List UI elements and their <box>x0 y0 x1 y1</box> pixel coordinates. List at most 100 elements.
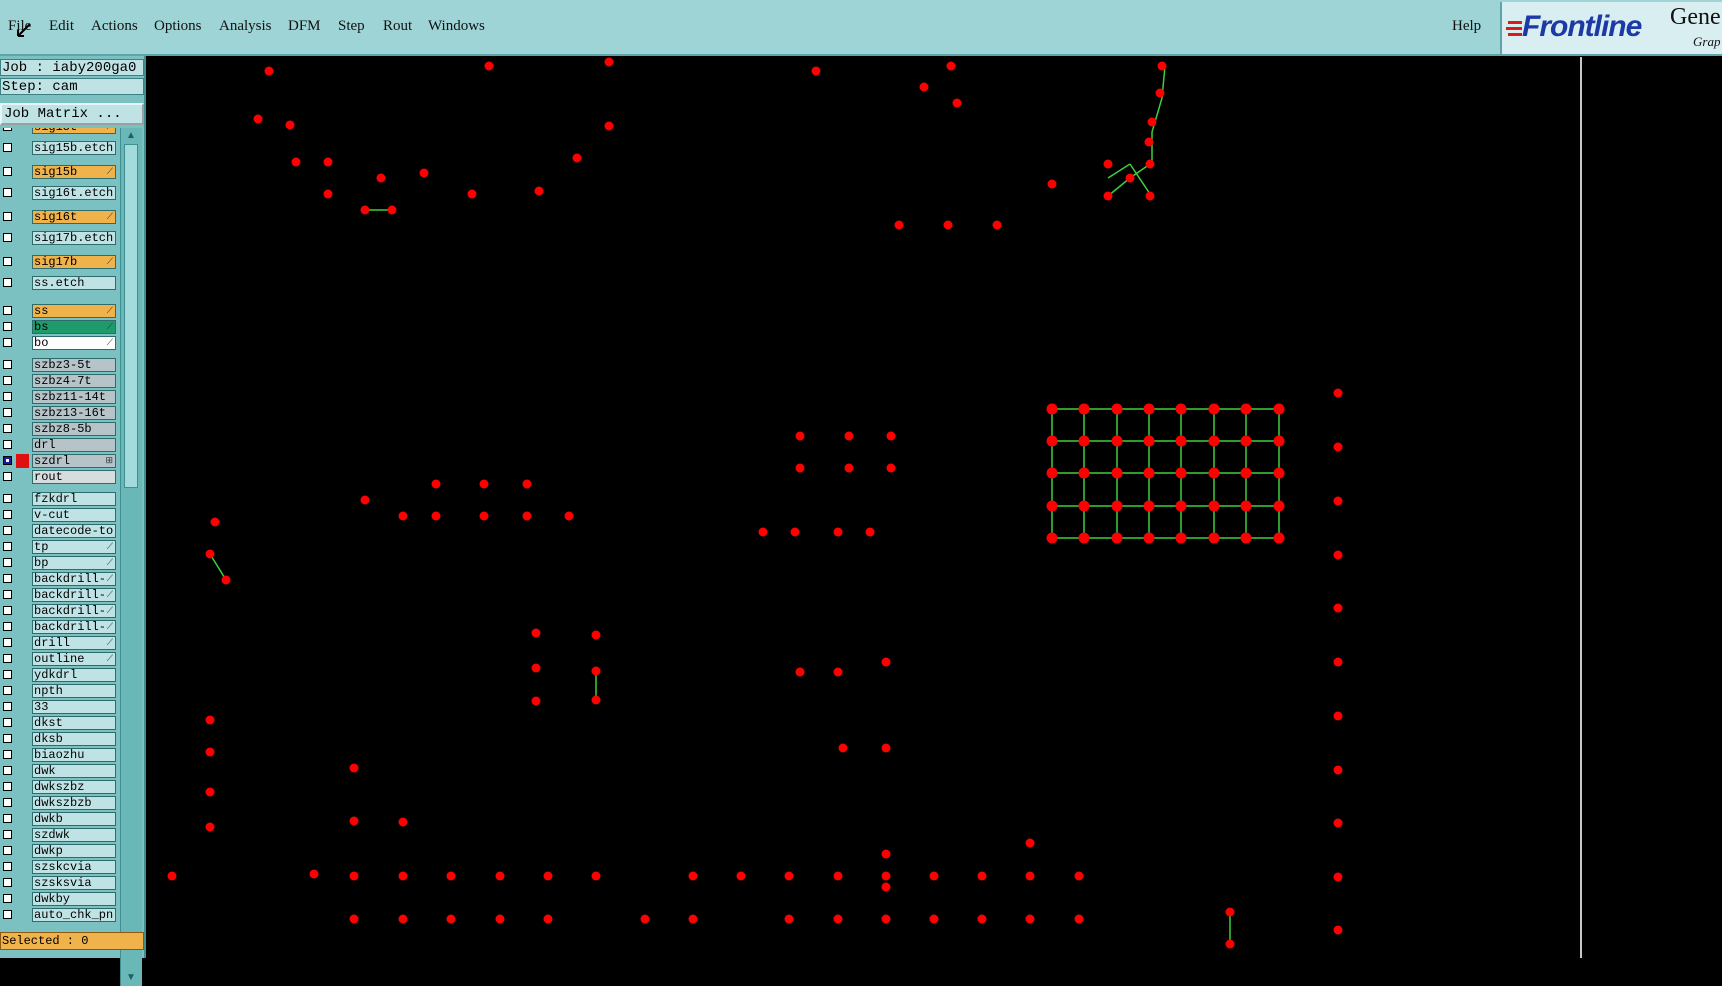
layer-checkbox[interactable] <box>3 622 12 631</box>
layer-row[interactable]: sig16t ⟋ <box>0 210 118 224</box>
graphic-canvas[interactable] <box>148 57 1722 958</box>
layer-row[interactable]: sig16t.etch <box>0 186 118 200</box>
layer-row[interactable]: tp ⟋ <box>0 540 118 554</box>
layer-name[interactable]: sig15b ⟋ <box>32 165 116 179</box>
layer-name[interactable]: dwkszbz <box>32 780 116 794</box>
layer-checkbox[interactable] <box>3 750 12 759</box>
layer-name[interactable]: szbz11-14t <box>32 390 116 404</box>
layer-row[interactable]: szdwk <box>0 828 118 842</box>
layer-name[interactable]: tp ⟋ <box>32 540 116 554</box>
layer-row[interactable]: ydkdrl <box>0 668 118 682</box>
scroll-thumb[interactable] <box>124 144 138 488</box>
layer-checkbox[interactable] <box>3 638 12 647</box>
layer-row[interactable]: backdrill- ⟋ <box>0 604 118 618</box>
layer-name[interactable]: v-cut <box>32 508 116 522</box>
layer-row[interactable]: npth <box>0 684 118 698</box>
layer-name[interactable]: auto_chk_pn <box>32 908 116 922</box>
layer-checkbox[interactable] <box>3 830 12 839</box>
layer-name[interactable]: dwkby <box>32 892 116 906</box>
layer-row[interactable]: drill ⟋ <box>0 636 118 650</box>
layer-scrollbar[interactable]: ▲ ▼ <box>120 128 142 986</box>
layer-name[interactable]: backdrill- ⟋ <box>32 572 116 586</box>
layer-checkbox[interactable] <box>3 440 12 449</box>
scroll-down-icon[interactable]: ▼ <box>124 972 138 984</box>
layer-checkbox[interactable] <box>3 910 12 919</box>
layer-checkbox[interactable] <box>3 670 12 679</box>
layer-row[interactable]: dwkszbz <box>0 780 118 794</box>
layer-checkbox[interactable] <box>3 338 12 347</box>
layer-name[interactable]: dwk <box>32 764 116 778</box>
layer-row[interactable]: dwkby <box>0 892 118 906</box>
layer-name[interactable]: dwkb <box>32 812 116 826</box>
layer-row[interactable]: dwk <box>0 764 118 778</box>
layer-checkbox[interactable] <box>3 526 12 535</box>
layer-row[interactable]: dwkszbzb <box>0 796 118 810</box>
layer-name[interactable]: rout <box>32 470 116 484</box>
layer-checkbox[interactable] <box>3 424 12 433</box>
layer-name[interactable]: drill ⟋ <box>32 636 116 650</box>
layer-checkbox[interactable] <box>3 862 12 871</box>
layer-checkbox[interactable] <box>3 606 12 615</box>
layer-checkbox[interactable] <box>3 814 12 823</box>
layer-checkbox[interactable] <box>3 798 12 807</box>
menu-analysis[interactable]: Analysis <box>219 18 272 35</box>
layer-name[interactable]: drl <box>32 438 116 452</box>
layer-name[interactable]: szdrl ⊞ <box>32 454 116 468</box>
layer-name[interactable]: backdrill- ⟋ <box>32 588 116 602</box>
layer-name[interactable]: backdrill- ⟋ <box>32 620 116 634</box>
layer-checkbox[interactable] <box>3 718 12 727</box>
menu-edit[interactable]: Edit <box>49 18 74 35</box>
layer-checkbox[interactable] <box>3 542 12 551</box>
layer-row[interactable]: sig15b.etch <box>0 141 118 155</box>
menu-options[interactable]: Options <box>154 18 202 35</box>
layer-row[interactable]: bs ⟋ <box>0 320 118 334</box>
job-matrix-button[interactable]: Job Matrix ... <box>0 103 144 125</box>
layer-name[interactable]: fzkdrl <box>32 492 116 506</box>
layer-name[interactable]: szbz8-5b <box>32 422 116 436</box>
layer-name[interactable]: sig17b ⟋ <box>32 255 116 269</box>
menu-dfm[interactable]: DFM <box>288 18 321 35</box>
layer-name[interactable]: ss ⟋ <box>32 304 116 318</box>
layer-name[interactable]: npth <box>32 684 116 698</box>
layer-row[interactable]: szbz3-5t <box>0 358 118 372</box>
layer-name[interactable]: dksb <box>32 732 116 746</box>
layer-row[interactable]: auto_chk_pn <box>0 908 118 922</box>
layer-row[interactable]: ss ⟋ <box>0 304 118 318</box>
layer-row[interactable]: dksb <box>0 732 118 746</box>
layer-checkbox[interactable] <box>3 766 12 775</box>
layer-checkbox[interactable] <box>3 782 12 791</box>
layer-checkbox[interactable] <box>3 306 12 315</box>
layer-name[interactable]: szdwk <box>32 828 116 842</box>
layer-name[interactable]: sig15b.etch <box>32 141 116 155</box>
scroll-up-icon[interactable]: ▲ <box>124 130 138 142</box>
layer-row[interactable]: sig17b ⟋ <box>0 255 118 269</box>
layer-name[interactable]: biaozhu <box>32 748 116 762</box>
layer-row[interactable]: fzkdrl <box>0 492 118 506</box>
layer-name[interactable]: sig16t.etch <box>32 186 116 200</box>
layer-checkbox[interactable] <box>3 686 12 695</box>
layer-row[interactable]: bo ⟋ <box>0 336 118 350</box>
layer-row[interactable]: datecode-to <box>0 524 118 538</box>
layer-row[interactable]: drl <box>0 438 118 452</box>
layer-checkbox[interactable] <box>3 734 12 743</box>
layer-name[interactable]: ss.etch <box>32 276 116 290</box>
layer-checkbox[interactable] <box>3 392 12 401</box>
layer-name[interactable]: szskcvia <box>32 860 116 874</box>
layer-name[interactable]: dwkszbzb <box>32 796 116 810</box>
menu-help[interactable]: Help <box>1452 18 1481 35</box>
layer-checkbox[interactable] <box>3 494 12 503</box>
layer-row[interactable]: szdrl ⊞ <box>0 454 118 468</box>
layer-name[interactable]: backdrill- ⟋ <box>32 604 116 618</box>
layer-checkbox[interactable] <box>3 590 12 599</box>
menu-windows[interactable]: Windows <box>428 18 485 35</box>
menu-step[interactable]: Step <box>338 18 365 35</box>
layer-checkbox[interactable] <box>3 558 12 567</box>
layer-checkbox[interactable] <box>3 167 12 176</box>
layer-name[interactable]: outline ⟋ <box>32 652 116 666</box>
layer-row[interactable]: 33 <box>0 700 118 714</box>
layer-row[interactable]: outline ⟋ <box>0 652 118 666</box>
layer-checkbox[interactable] <box>3 278 12 287</box>
layer-row[interactable]: backdrill- ⟋ <box>0 588 118 602</box>
layer-checkbox[interactable] <box>3 408 12 417</box>
layer-name[interactable]: 33 <box>32 700 116 714</box>
